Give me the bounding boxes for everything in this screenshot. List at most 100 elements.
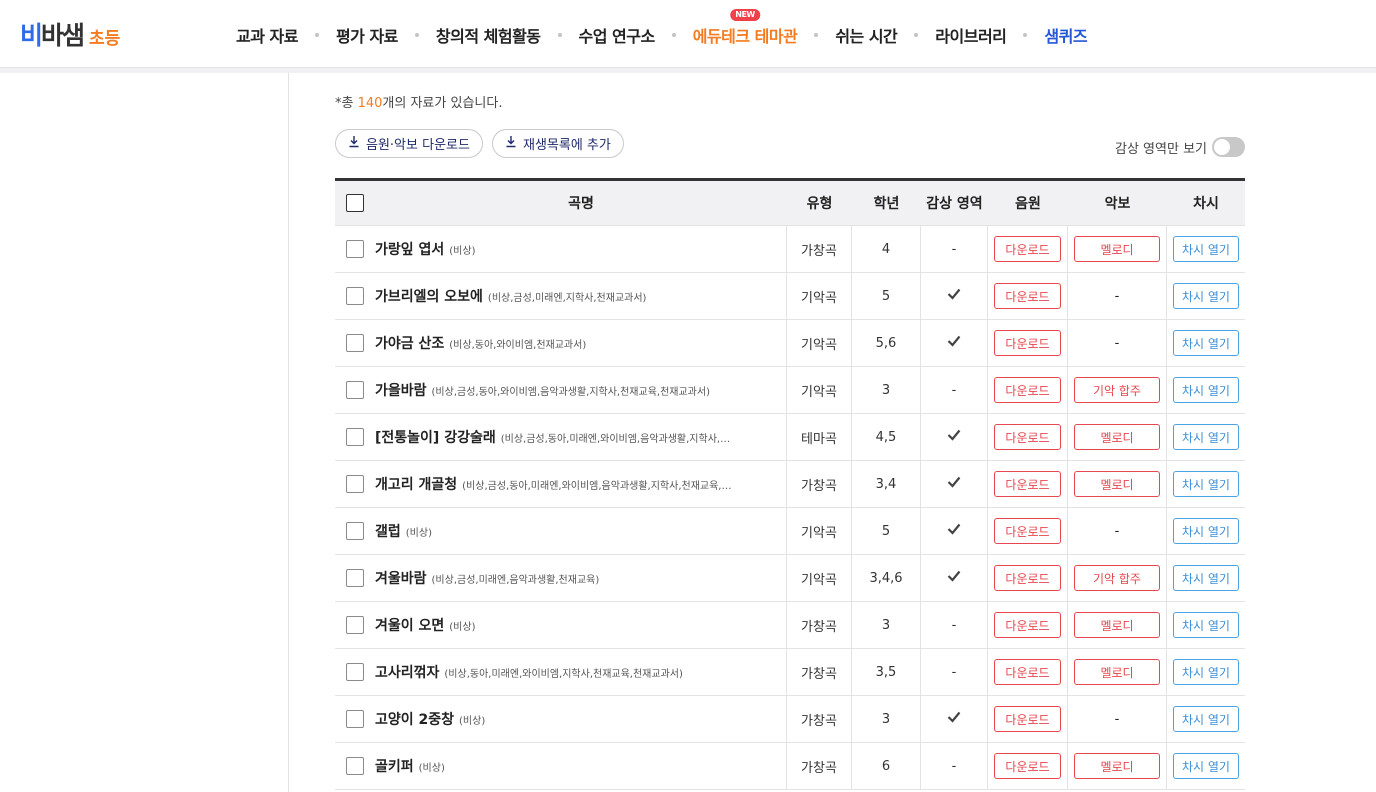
audio-download-button[interactable]: 다운로드 xyxy=(994,565,1061,591)
song-title[interactable]: 가을바람 xyxy=(375,380,427,400)
audio-download-button[interactable]: 다운로드 xyxy=(994,659,1061,685)
row-checkbox[interactable] xyxy=(346,287,364,305)
audio-download-button[interactable]: 다운로드 xyxy=(994,518,1061,544)
row-checkbox[interactable] xyxy=(346,381,364,399)
nav-item[interactable]: 수업 연구소 xyxy=(579,23,656,47)
result-count: *총 140개의 자료가 있습니다. xyxy=(335,96,503,111)
appreciation-cell: - xyxy=(921,367,988,413)
score-button[interactable]: 멜로디 xyxy=(1074,424,1160,450)
song-title[interactable]: [전통놀이] 강강술래 xyxy=(375,427,496,447)
check-icon xyxy=(947,335,961,351)
appreciation-cell: - xyxy=(921,226,988,272)
row-checkbox[interactable] xyxy=(346,475,364,493)
row-checkbox[interactable] xyxy=(346,663,364,681)
nav-item[interactable]: 쉬는 시간 xyxy=(835,23,897,47)
nav-item[interactable]: 평가 자료 xyxy=(336,23,398,47)
nav-item[interactable]: 라이브러리 xyxy=(935,23,1007,47)
row-checkbox[interactable] xyxy=(346,710,364,728)
audio-download-button[interactable]: 다운로드 xyxy=(994,706,1061,732)
appreciation-cell: - xyxy=(921,649,988,695)
score-button[interactable]: 멜로디 xyxy=(1074,471,1160,497)
header-lesson: 차시 xyxy=(1193,196,1219,212)
row-select-cell xyxy=(335,226,375,272)
open-lesson-button[interactable]: 차시 열기 xyxy=(1173,753,1239,779)
score-button[interactable]: 멜로디 xyxy=(1074,753,1160,779)
open-lesson-button[interactable]: 차시 열기 xyxy=(1173,424,1239,450)
open-lesson-button[interactable]: 차시 열기 xyxy=(1173,659,1239,685)
table-row: 고사리꺾자 (비상,동아,미래엔,와이비엠,지학사,천재교육,천재교과서) 가창곡 3… xyxy=(335,649,1245,696)
score-cell: 멜로디 xyxy=(1068,602,1167,648)
open-lesson-button[interactable]: 차시 열기 xyxy=(1173,236,1239,262)
table-row: 고양이 2중창 (비상) 가창곡 3 다운로드 - 차시 열기 xyxy=(335,696,1245,743)
score-button[interactable]: 기악 합주 xyxy=(1074,377,1160,403)
song-name-cell: 고양이 2중창 (비상) xyxy=(375,696,787,742)
appreciation-cell xyxy=(921,320,988,366)
song-title[interactable]: 겨울이 오면 xyxy=(375,615,444,635)
open-lesson-button[interactable]: 차시 열기 xyxy=(1173,330,1239,356)
open-lesson-button[interactable]: 차시 열기 xyxy=(1173,471,1239,497)
nav-item[interactable]: 샘퀴즈 xyxy=(1044,23,1087,47)
row-checkbox[interactable] xyxy=(346,522,364,540)
score-cell: - xyxy=(1068,320,1167,366)
open-lesson-button[interactable]: 차시 열기 xyxy=(1173,377,1239,403)
download-audio-score-button[interactable]: 음원·악보 다운로드 xyxy=(335,129,483,158)
table-row: 가을바람 (비상,금성,동아,와이비엠,음악과생활,지학사,천재교육,천재교과서)… xyxy=(335,367,1245,414)
check-icon xyxy=(947,429,961,445)
logo[interactable]: 비바샘 초등 xyxy=(20,16,120,52)
song-title[interactable]: 고양이 2중창 xyxy=(375,709,454,729)
check-icon xyxy=(947,288,961,304)
row-checkbox[interactable] xyxy=(346,428,364,446)
song-title[interactable]: 고사리꺾자 xyxy=(375,662,439,682)
table-row: 골키퍼 (비상) 가창곡 6- 다운로드 멜로디 차시 열기 xyxy=(335,743,1245,790)
row-select-cell xyxy=(335,414,375,460)
score-button[interactable]: 멜로디 xyxy=(1074,236,1160,262)
song-grade: 6 xyxy=(852,743,921,789)
score-cell: - xyxy=(1068,508,1167,554)
audio-download-button[interactable]: 다운로드 xyxy=(994,377,1061,403)
audio-download-button[interactable]: 다운로드 xyxy=(994,471,1061,497)
open-lesson-button[interactable]: 차시 열기 xyxy=(1173,283,1239,309)
score-button[interactable]: 멜로디 xyxy=(1074,612,1160,638)
appreciation-cell xyxy=(921,461,988,507)
audio-download-button[interactable]: 다운로드 xyxy=(994,283,1061,309)
open-lesson-button[interactable]: 차시 열기 xyxy=(1173,706,1239,732)
audio-download-button[interactable]: 다운로드 xyxy=(994,612,1061,638)
song-grade: 3 xyxy=(852,696,921,742)
nav-item[interactable]: 창의적 체험활동 xyxy=(436,23,541,47)
song-title[interactable]: 가랑잎 엽서 xyxy=(375,239,444,259)
select-all-checkbox[interactable] xyxy=(346,194,364,212)
open-lesson-button[interactable]: 차시 열기 xyxy=(1173,612,1239,638)
score-button[interactable]: 기악 합주 xyxy=(1074,565,1160,591)
audio-cell: 다운로드 xyxy=(988,743,1068,789)
audio-download-button[interactable]: 다운로드 xyxy=(994,424,1061,450)
song-grade: 3,4 xyxy=(852,461,921,507)
song-title[interactable]: 골키퍼 xyxy=(375,756,414,776)
row-select-cell xyxy=(335,508,375,554)
add-to-playlist-button[interactable]: 재생목록에 추가 xyxy=(492,129,624,158)
open-lesson-button[interactable]: 차시 열기 xyxy=(1173,565,1239,591)
song-title[interactable]: 개고리 개골청 xyxy=(375,474,457,494)
nav-item[interactable]: 교과 자료 xyxy=(236,23,298,47)
song-grade: 5 xyxy=(852,508,921,554)
audio-download-button[interactable]: 다운로드 xyxy=(994,236,1061,262)
row-checkbox[interactable] xyxy=(346,569,364,587)
appreciation-cell: - xyxy=(921,602,988,648)
row-select-cell xyxy=(335,602,375,648)
appreciation-only-toggle[interactable] xyxy=(1212,137,1245,157)
audio-download-button[interactable]: 다운로드 xyxy=(994,330,1061,356)
song-title[interactable]: 가야금 산조 xyxy=(375,333,444,353)
row-checkbox[interactable] xyxy=(346,240,364,258)
row-checkbox[interactable] xyxy=(346,334,364,352)
song-title[interactable]: 가브리엘의 오보에 xyxy=(375,286,483,306)
song-title[interactable]: 겨울바람 xyxy=(375,568,427,588)
row-checkbox[interactable] xyxy=(346,616,364,634)
audio-download-button[interactable]: 다운로드 xyxy=(994,753,1061,779)
score-button[interactable]: 멜로디 xyxy=(1074,659,1160,685)
audio-cell: 다운로드 xyxy=(988,555,1068,601)
row-checkbox[interactable] xyxy=(346,757,364,775)
song-title[interactable]: 갤럽 xyxy=(375,521,401,541)
open-lesson-button[interactable]: 차시 열기 xyxy=(1173,518,1239,544)
song-name-cell: 골키퍼 (비상) xyxy=(375,743,787,789)
nav-item[interactable]: NEW 에듀테크 테마관 xyxy=(693,9,798,47)
lesson-cell: 차시 열기 xyxy=(1167,508,1245,554)
